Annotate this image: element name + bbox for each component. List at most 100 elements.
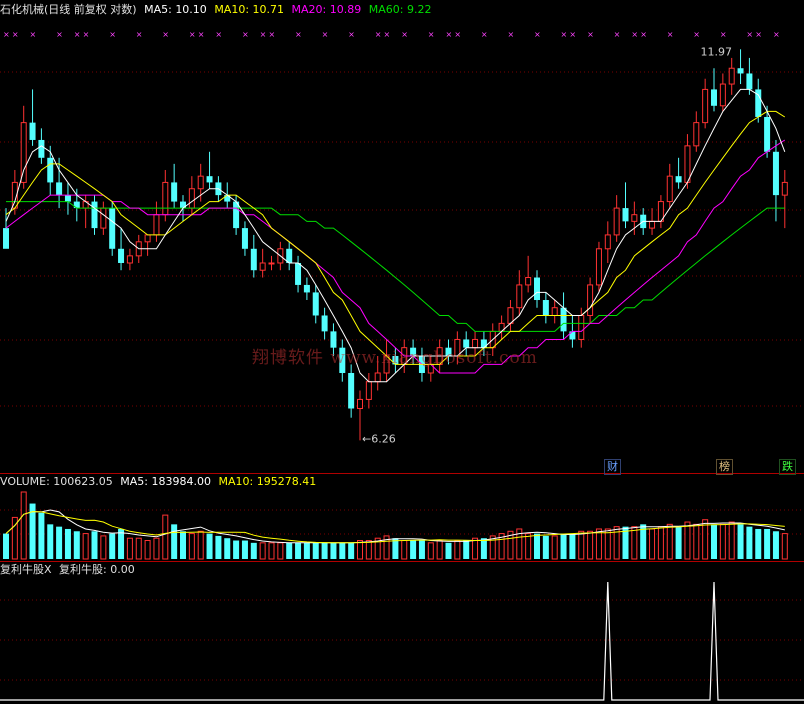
signal-marker: × bbox=[242, 30, 249, 39]
volume-bar bbox=[410, 540, 417, 559]
candle-body bbox=[241, 228, 248, 249]
volume-bar bbox=[215, 535, 222, 559]
candle-body bbox=[303, 284, 310, 293]
volume-bar bbox=[728, 521, 735, 560]
signal-marker: × bbox=[322, 30, 329, 39]
volume-bar bbox=[180, 531, 186, 559]
signal-marker: × bbox=[631, 30, 638, 39]
volume-bar bbox=[684, 521, 691, 560]
volume-ma10-value: 195278.41 bbox=[256, 475, 317, 488]
stock-title: 石化机械(日线 前复权 对数) bbox=[0, 3, 137, 16]
tag-die[interactable]: 跌 bbox=[779, 459, 796, 475]
volume-bar bbox=[427, 542, 434, 560]
volume-bar bbox=[365, 540, 372, 560]
volume-bar bbox=[772, 531, 779, 559]
volume-bar bbox=[569, 533, 576, 559]
candle-body bbox=[684, 145, 691, 183]
volume-bar bbox=[20, 491, 27, 560]
candle-body bbox=[746, 73, 753, 90]
volume-bar bbox=[233, 540, 240, 559]
signal-marker: × bbox=[454, 30, 461, 39]
candle-body bbox=[365, 381, 372, 400]
candle-body bbox=[171, 182, 178, 202]
volume-bar bbox=[38, 512, 45, 559]
volume-bar bbox=[560, 533, 567, 559]
volume-bar bbox=[436, 540, 443, 560]
ma60-value: 9.22 bbox=[406, 3, 432, 16]
volume-bar bbox=[587, 530, 594, 560]
candle-body bbox=[622, 208, 629, 222]
signal-marker: × bbox=[56, 30, 63, 39]
ma20-label: MA20: bbox=[291, 3, 327, 16]
signal-marker: × bbox=[109, 30, 116, 39]
volume-bar bbox=[162, 514, 169, 560]
volume-bar bbox=[153, 537, 160, 560]
volume-bar bbox=[551, 535, 558, 560]
signal-marker: × bbox=[773, 30, 780, 39]
signal-marker: × bbox=[12, 30, 19, 39]
volume-bar bbox=[348, 542, 355, 559]
signal-marker: × bbox=[428, 30, 435, 39]
volume-bar bbox=[392, 538, 399, 559]
volume-bar bbox=[675, 526, 682, 559]
volume-bar bbox=[755, 528, 762, 559]
candle-body bbox=[38, 139, 45, 158]
candle-body bbox=[604, 234, 611, 250]
volume-label: VOLUME: bbox=[0, 475, 50, 488]
signal-marker: × bbox=[30, 30, 37, 39]
candle-body bbox=[268, 262, 275, 265]
signal-marker: × bbox=[189, 30, 196, 39]
signal-marker: × bbox=[746, 30, 753, 39]
signal-marker: × bbox=[162, 30, 169, 39]
candle-body bbox=[534, 277, 540, 301]
signal-marker: × bbox=[384, 30, 391, 39]
volume-bar bbox=[126, 537, 133, 560]
signal-marker: × bbox=[375, 30, 382, 39]
signal-marker: × bbox=[569, 30, 576, 39]
volume-bar bbox=[463, 540, 470, 559]
signal-marker: × bbox=[136, 30, 143, 39]
candle-body bbox=[649, 220, 656, 229]
volume-bar bbox=[197, 530, 204, 560]
volume-separator bbox=[0, 473, 804, 474]
signal-marker: × bbox=[269, 30, 276, 39]
volume-ma5-label: MA5: bbox=[120, 475, 149, 488]
candle-body bbox=[542, 300, 549, 316]
ma10-value: 10.71 bbox=[252, 3, 285, 16]
candle-body bbox=[47, 157, 54, 183]
watermark: 翔博软件 www.xiangbosoft.com bbox=[252, 348, 538, 368]
volume-bar bbox=[445, 542, 452, 559]
volume-bar bbox=[286, 542, 293, 559]
candle-body bbox=[312, 292, 319, 316]
signal-marker: × bbox=[198, 30, 205, 39]
indicator-name: 复利牛股X bbox=[0, 563, 52, 576]
volume-bar bbox=[604, 528, 611, 560]
volume-bar bbox=[321, 542, 328, 559]
candle-body bbox=[100, 207, 107, 229]
volume-bar bbox=[295, 542, 302, 559]
volume-bar bbox=[472, 537, 479, 560]
candle-body bbox=[206, 176, 213, 183]
volume-bar bbox=[339, 542, 346, 559]
tag-cai[interactable]: 财 bbox=[604, 459, 621, 475]
candle-body bbox=[728, 67, 735, 85]
candle-body bbox=[702, 88, 709, 124]
tag-bang[interactable]: 榜 bbox=[716, 459, 733, 475]
low-price-label: ←6.26 bbox=[362, 432, 396, 445]
volume-bar bbox=[693, 523, 700, 560]
volume-bar bbox=[454, 540, 461, 560]
chart-stage[interactable]: × × × × × × × × × × × × × × × × × × × × × × × × × × × × × × × × × × × × × × × 1… bbox=[0, 0, 804, 704]
volume-bar bbox=[764, 528, 771, 559]
volume-bar bbox=[277, 542, 284, 560]
volume-bar bbox=[224, 538, 231, 559]
ma60-label: MA60: bbox=[368, 3, 404, 16]
signal-marker: × bbox=[587, 30, 594, 39]
volume-header: VOLUME: 100623.05 MA5: 183984.00 MA10: 1… bbox=[0, 475, 320, 489]
volume-bar bbox=[649, 528, 656, 560]
volume-bar bbox=[206, 533, 213, 559]
candle-body bbox=[295, 262, 302, 285]
volume-bar bbox=[56, 526, 63, 559]
volume-bar bbox=[666, 523, 673, 560]
signal-marker: × bbox=[295, 30, 302, 39]
volume-bar bbox=[542, 535, 549, 559]
